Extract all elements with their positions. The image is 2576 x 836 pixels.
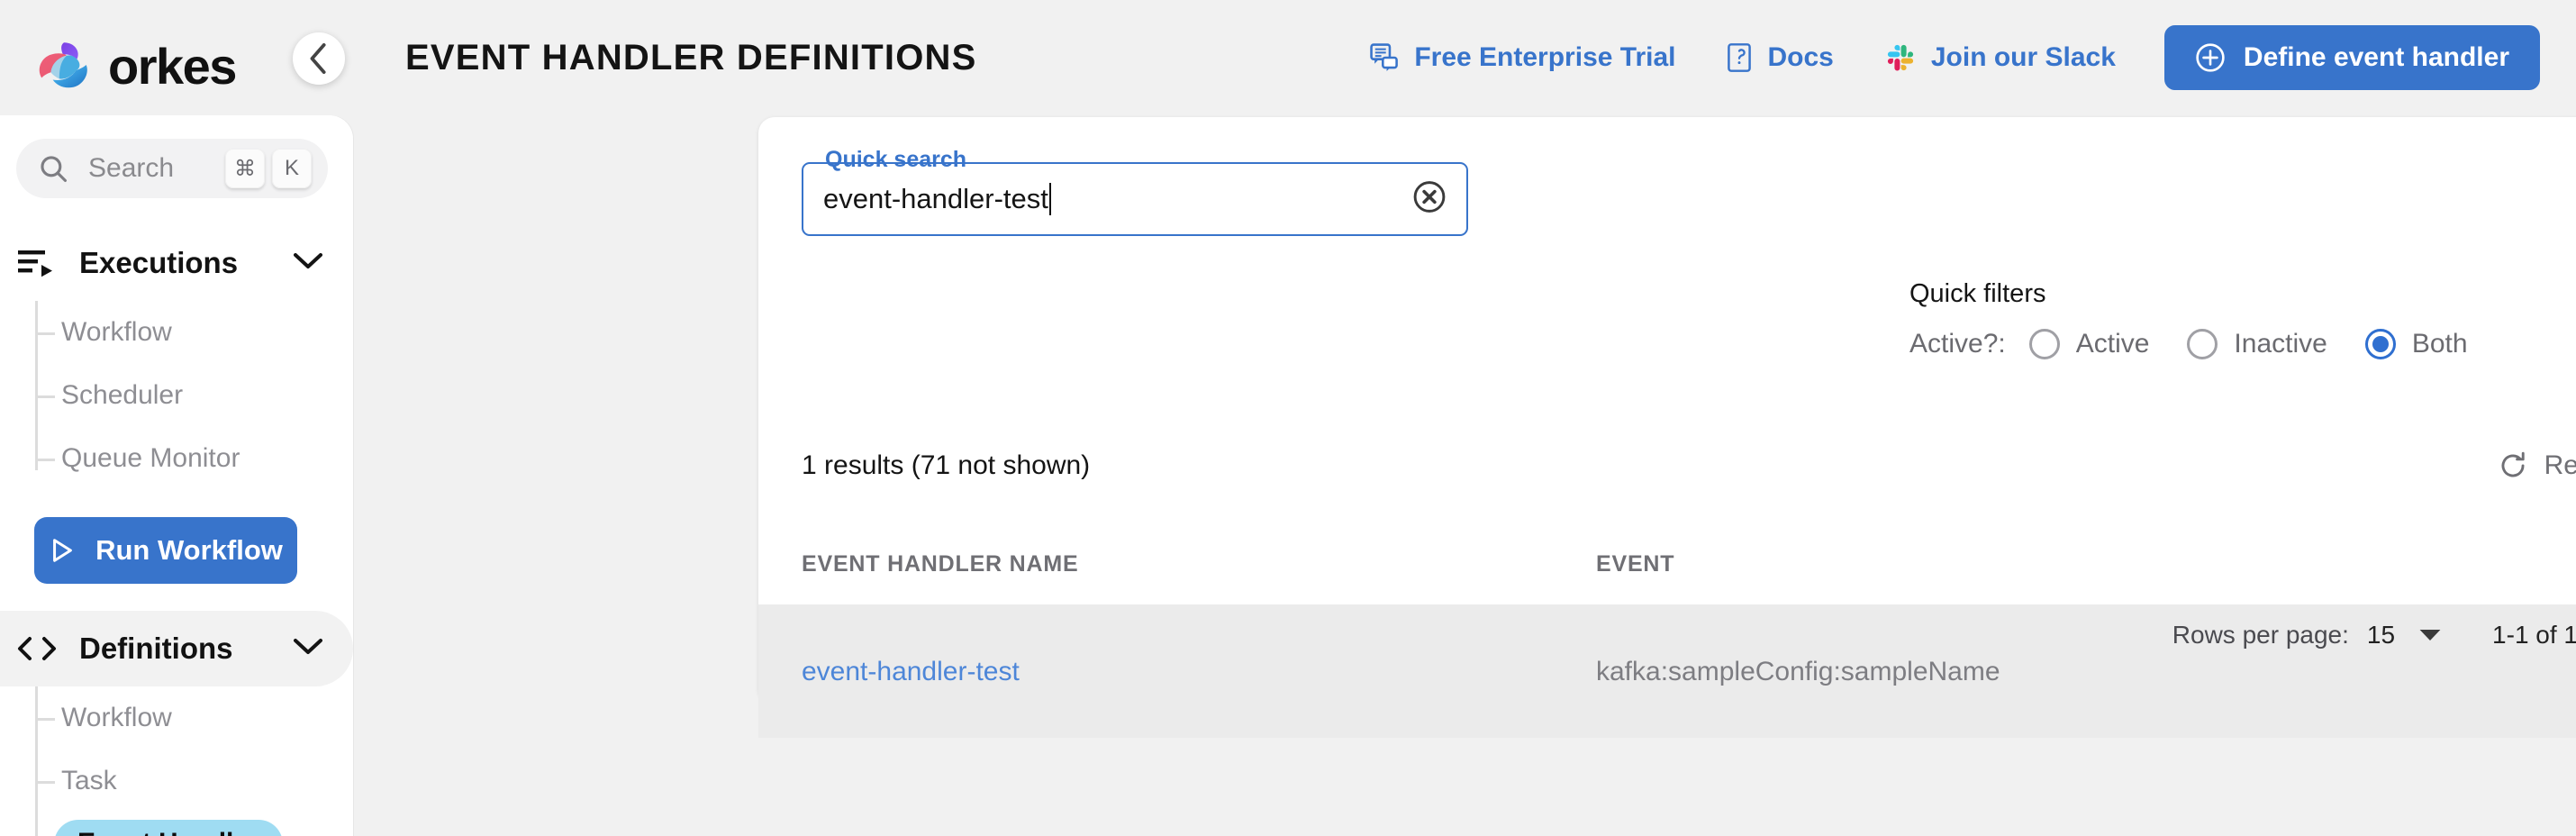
sidebar-item-definitions-event-handler[interactable]: Event Handler <box>0 813 353 836</box>
results-toolbar: 1 results (71 not shown) Refresh <box>758 450 2576 481</box>
plus-circle-icon <box>2196 43 2225 72</box>
search-placeholder: Search <box>88 153 175 183</box>
event-handler-link[interactable]: event-handler-test <box>802 657 1020 686</box>
table-pagination: Rows per page: 15 1-1 of 1 <box>2172 605 2576 665</box>
page-header: EVENT HANDLER DEFINITIONS Free Enterpris… <box>353 0 2576 115</box>
sidebar-item-label: Workflow <box>61 317 172 347</box>
clear-circle-icon <box>1413 181 1446 213</box>
sidebar-section-label: Executions <box>79 246 239 279</box>
executions-icon <box>16 249 58 277</box>
sidebar-item-label: Scheduler <box>61 380 184 410</box>
page-title: EVENT HANDLER DEFINITIONS <box>405 37 977 77</box>
chevron-down-icon <box>294 638 322 660</box>
sidebar-section-executions[interactable]: Executions <box>0 225 353 301</box>
docs-label: Docs <box>1767 42 1834 72</box>
sidebar-item-executions-workflow[interactable]: Workflow <box>0 301 353 364</box>
define-event-handler-button[interactable]: Define event handler <box>2163 25 2540 90</box>
sidebar-item-definitions-task[interactable]: Task <box>0 750 353 813</box>
radio-active-label: Active <box>2075 329 2150 359</box>
active-filter-row: Active?: Active Inactive Both <box>1909 329 2506 359</box>
brand-name: orkes <box>108 38 237 95</box>
table-head: EVENT HANDLER NAME EVENT ACTIONS <box>758 524 2576 606</box>
caret-down-icon <box>2419 630 2441 641</box>
app-root: orkes Search ⌘ K Executions Workflow Sch… <box>0 0 2576 836</box>
free-enterprise-trial-label: Free Enterprise Trial <box>1414 42 1676 72</box>
sidebar-item-definitions-workflow[interactable]: Workflow <box>0 686 353 750</box>
radio-circle-icon <box>2028 329 2060 359</box>
run-workflow-label: Run Workflow <box>95 534 283 566</box>
rows-per-page-label: Rows per page: <box>2172 621 2349 649</box>
sidebar-item-executions-scheduler[interactable]: Scheduler <box>0 364 353 427</box>
main-content: EVENT HANDLER DEFINITIONS Free Enterpris… <box>353 0 2576 836</box>
shortcut-key-k: K <box>272 149 312 188</box>
sidebar-item-label: Event Handler <box>54 820 283 836</box>
cell-event-handler-name: event-handler-test <box>758 605 1596 738</box>
sidebar-item-executions-queue-monitor[interactable]: Queue Monitor <box>0 427 353 490</box>
run-workflow-button[interactable]: Run Workflow <box>34 517 297 584</box>
quick-search-input[interactable]: event-handler-test <box>802 162 1468 236</box>
quick-filters-title: Quick filters <box>1909 279 2046 308</box>
free-enterprise-trial-link[interactable]: Free Enterprise Trial <box>1344 42 1701 73</box>
radio-circle-icon <box>2187 329 2218 359</box>
sidebar-collapse-button[interactable] <box>293 32 345 85</box>
sidebar-item-label: Task <box>61 766 117 795</box>
column-header-event[interactable]: EVENT <box>1596 524 2576 606</box>
docs-link[interactable]: Docs <box>1701 42 1858 73</box>
rows-per-page-select[interactable]: 15 <box>2367 621 2442 650</box>
sidebar-section-label: Definitions <box>79 632 233 665</box>
radio-circle-selected-icon <box>2364 329 2396 359</box>
search-input[interactable]: Search ⌘ K <box>16 139 328 198</box>
quick-filters: Quick filters Active?: Active Inactive B… <box>1909 279 2506 359</box>
radio-inactive[interactable]: Inactive <box>2187 329 2327 359</box>
radio-inactive-label: Inactive <box>2234 329 2327 359</box>
refresh-button[interactable]: Refresh <box>2498 450 2576 481</box>
radio-both-label: Both <box>2411 329 2468 359</box>
radio-both[interactable]: Both <box>2364 329 2468 359</box>
radio-active[interactable]: Active <box>2028 329 2150 359</box>
results-summary: 1 results (71 not shown) <box>802 450 1091 480</box>
header-actions: Free Enterprise Trial Docs Join our Slac… <box>1344 25 2540 90</box>
chat-feedback-icon <box>1370 43 1399 71</box>
refresh-icon <box>2501 451 2525 477</box>
pagination-range: 1-1 of 1 <box>2492 621 2576 649</box>
play-triangle-icon <box>53 539 72 562</box>
sidebar: orkes Search ⌘ K Executions Workflow Sch… <box>0 0 353 836</box>
rows-per-page-value: 15 <box>2366 621 2396 649</box>
table-header-row: EVENT HANDLER NAME EVENT ACTIONS <box>758 524 2576 606</box>
join-slack-label: Join our Slack <box>1930 42 2116 72</box>
chevron-down-icon <box>294 252 322 275</box>
text-caret <box>1048 183 1051 215</box>
sidebar-item-label: Queue Monitor <box>61 443 240 473</box>
sidebar-sublist-definitions: Workflow Task Event Handler <box>0 686 353 836</box>
event-handler-card: Quick search event-handler-test Quick fi… <box>758 117 2576 738</box>
sidebar-nav-panel: Search ⌘ K Executions Workflow Scheduler… <box>0 115 353 836</box>
sidebar-sublist-executions: Workflow Scheduler Queue Monitor <box>0 301 353 490</box>
quick-search-value: event-handler-test <box>823 183 1048 214</box>
sidebar-section-definitions[interactable]: Definitions <box>0 611 353 686</box>
slack-icon <box>1887 44 1913 71</box>
active-filter-label: Active?: <box>1909 329 2006 359</box>
refresh-label: Refresh <box>2544 450 2576 480</box>
quick-search-group: Quick search event-handler-test <box>802 147 1468 236</box>
define-event-handler-label: Define event handler <box>2243 42 2509 72</box>
column-header-name[interactable]: EVENT HANDLER NAME <box>758 524 1596 606</box>
chevron-left-icon <box>310 43 326 74</box>
sidebar-item-label: Workflow <box>61 703 172 732</box>
shortcut-key-cmd: ⌘ <box>225 149 265 188</box>
join-slack-link[interactable]: Join our Slack <box>1859 41 2141 74</box>
code-brackets-icon <box>16 636 58 661</box>
book-icon <box>1728 43 1752 72</box>
quick-search-clear-button[interactable] <box>1412 180 1447 219</box>
orkes-logo-icon <box>39 42 87 88</box>
search-icon <box>41 156 68 183</box>
table-tools: Refresh Columns <box>2498 450 2576 481</box>
